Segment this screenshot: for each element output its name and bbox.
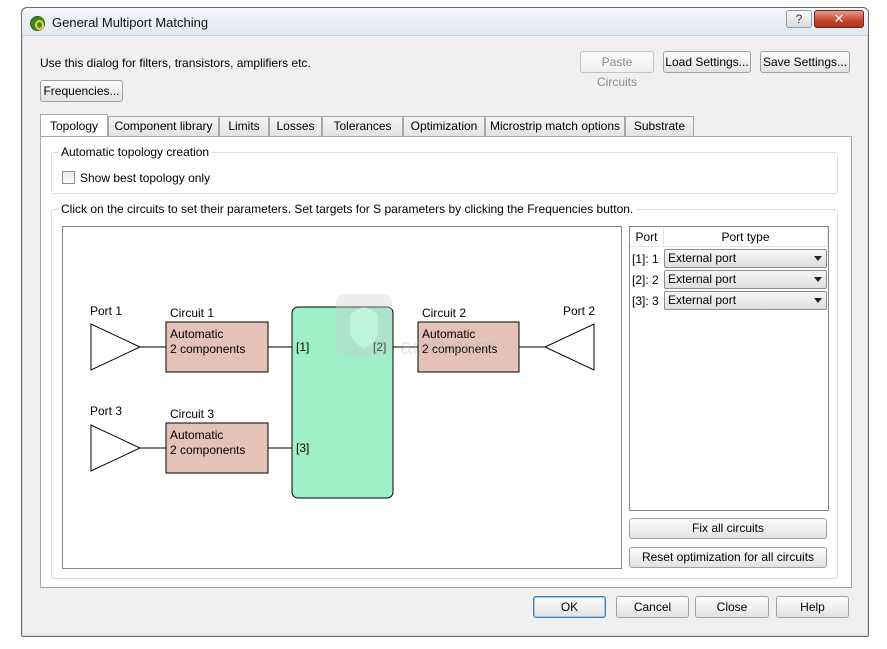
tab-losses[interactable]: Losses (269, 116, 322, 136)
help-title-button[interactable]: ? (786, 10, 812, 28)
port-column-header: Port (630, 227, 664, 247)
circuit1-line1: Automatic (170, 327, 223, 341)
tab-component-library[interactable]: Component library (108, 116, 219, 136)
help-button[interactable]: Help (776, 596, 849, 618)
ok-button[interactable]: OK (533, 596, 606, 618)
port-row-2-label: [2]: 2 (632, 273, 659, 287)
tab-topology[interactable]: Topology (40, 114, 108, 136)
show-best-label[interactable]: Show best topology only (80, 171, 210, 185)
port-type-column-header: Port type (664, 227, 828, 247)
port3-symbol[interactable] (90, 424, 142, 472)
circuit1-line2: 2 components (170, 342, 245, 356)
intro-text: Use this dialog for filters, transistors… (40, 56, 311, 70)
circuit3-line1: Automatic (170, 428, 223, 442)
port-type-select-1[interactable]: External port (664, 249, 827, 268)
fix-all-circuits-button[interactable]: Fix all circuits (629, 518, 827, 539)
circuit2-line1: Automatic (422, 327, 475, 341)
node2-label: [2] (373, 340, 386, 354)
title-bar[interactable]: General Multiport Matching ? ✕ (22, 8, 868, 36)
circuit-group: Click on the circuits to set their param… (51, 202, 838, 579)
circuit1-title: Circuit 1 (170, 306, 214, 320)
tab-optimization[interactable]: Optimization (403, 116, 485, 136)
port-type-select-3[interactable]: External port (664, 291, 827, 310)
circuit3-line2: 2 components (170, 443, 245, 457)
port1-label: Port 1 (90, 304, 122, 318)
schematic-svg: Port 1 Port 3 Port 2 Circuit 1 Automatic… (90, 304, 595, 499)
window-title: General Multiport Matching (52, 15, 209, 30)
close-button[interactable]: Close (695, 596, 769, 618)
topology-panel: Automatic topology creation Show best to… (40, 136, 852, 588)
port-row-3-label: [3]: 3 (632, 294, 659, 308)
port1-symbol[interactable] (90, 323, 142, 371)
port-type-value-3: External port (668, 293, 737, 307)
tab-substrate[interactable]: Substrate (625, 116, 694, 136)
show-best-checkbox[interactable] (62, 171, 75, 184)
reset-optimization-button[interactable]: Reset optimization for all circuits (629, 547, 827, 568)
load-settings-button[interactable]: Load Settings... (663, 51, 751, 73)
port-row-1-label: [1]: 1 (632, 252, 659, 266)
tab-microstrip-match-options[interactable]: Microstrip match options (485, 116, 625, 136)
circuit2-title: Circuit 2 (422, 306, 466, 320)
port-type-value-1: External port (668, 251, 737, 265)
app-icon (30, 16, 45, 31)
save-settings-button[interactable]: Save Settings... (760, 51, 850, 73)
topology-group-title: Automatic topology creation (58, 145, 213, 159)
port3-label: Port 3 (90, 404, 122, 418)
port-type-select-2[interactable]: External port (664, 270, 827, 289)
cancel-button[interactable]: Cancel (616, 596, 689, 618)
tab-tolerances[interactable]: Tolerances (322, 116, 403, 136)
node3-label: [3] (296, 441, 309, 455)
port2-label: Port 2 (563, 304, 595, 318)
close-window-button[interactable]: ✕ (814, 10, 864, 28)
tab-limits[interactable]: Limits (219, 116, 269, 136)
paste-circuits-button[interactable]: Paste Circuits (580, 51, 654, 89)
chevron-down-icon (814, 256, 822, 261)
circuit3-title: Circuit 3 (170, 407, 214, 421)
multiport-hub[interactable] (291, 306, 394, 499)
frequencies-button[interactable]: Frequencies... (40, 80, 123, 102)
chevron-down-icon (814, 298, 822, 303)
chevron-down-icon (814, 277, 822, 282)
port-type-value-2: External port (668, 272, 737, 286)
node1-label: [1] (296, 340, 309, 354)
port2-symbol[interactable] (543, 323, 595, 371)
port-table: Port Port type [1]: 1 External port [2]:… (629, 226, 829, 511)
topology-group: Automatic topology creation Show best to… (51, 145, 838, 194)
instructions-text: Click on the circuits to set their param… (58, 202, 637, 216)
circuit2-line2: 2 components (422, 342, 497, 356)
dialog-window: General Multiport Matching ? ✕ Use this … (21, 7, 869, 637)
schematic-canvas[interactable]: Port 1 Port 3 Port 2 Circuit 1 Automatic… (62, 226, 622, 569)
